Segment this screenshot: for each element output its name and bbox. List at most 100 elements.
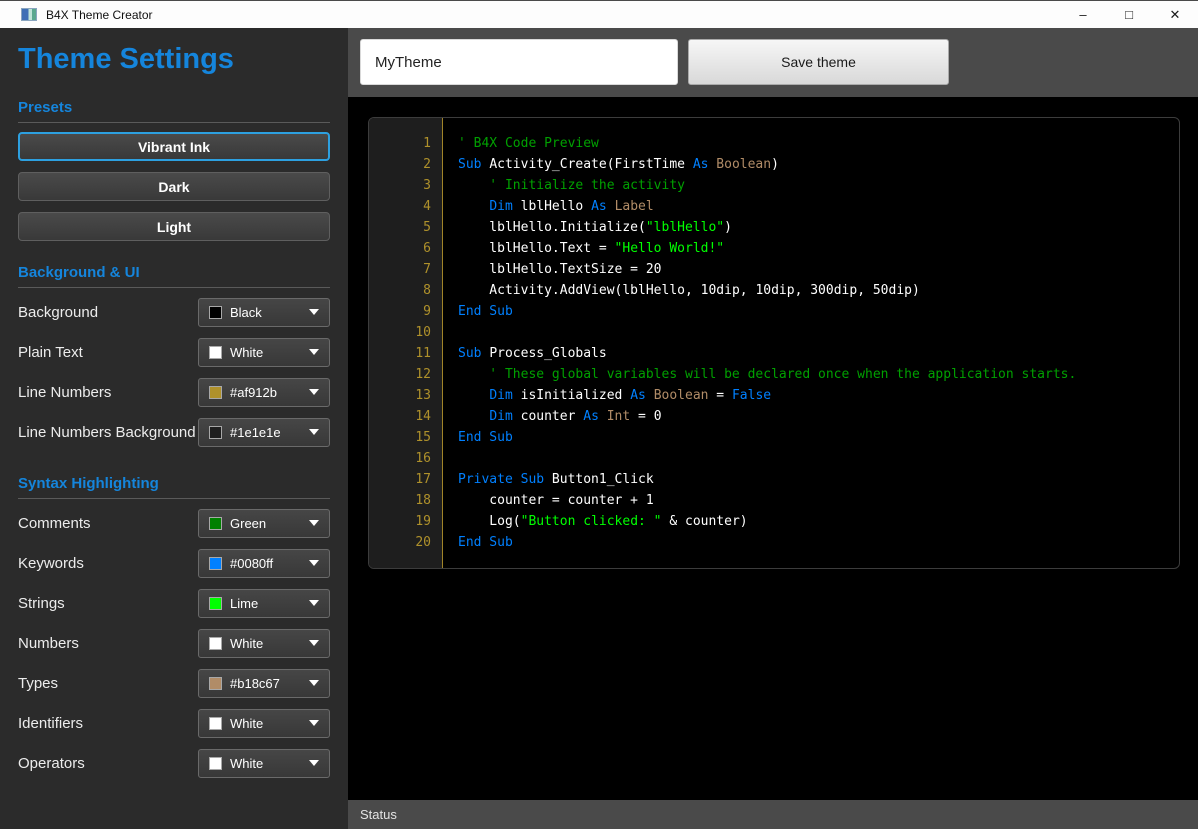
minimize-button[interactable]: –: [1060, 1, 1106, 28]
chevron-down-icon: [309, 640, 319, 646]
line-number: 5: [369, 217, 431, 238]
setting-label: Numbers: [18, 635, 79, 652]
plain-text-dropdown[interactable]: White: [198, 338, 330, 367]
color-swatch: [209, 386, 222, 399]
strings-dropdown[interactable]: Lime: [198, 589, 330, 618]
code-line: 2Sub Activity_Create(FirstTime As Boolea…: [369, 154, 1179, 175]
setting-row-operators: Operators White: [18, 743, 330, 783]
chevron-down-icon: [309, 680, 319, 686]
code-line: 14 Dim counter As Int = 0: [369, 406, 1179, 427]
code-text: End Sub: [431, 301, 513, 322]
line-number: 3: [369, 175, 431, 196]
window-controls: – □ ✕: [1060, 1, 1198, 28]
app-icon: [21, 8, 37, 21]
code-line: 12 ' These global variables will be decl…: [369, 364, 1179, 385]
theme-name-input[interactable]: [360, 39, 678, 85]
setting-row-identifiers: Identifiers White: [18, 703, 330, 743]
code-line: 15End Sub: [369, 427, 1179, 448]
code-text: Dim isInitialized As Boolean = False: [431, 385, 771, 406]
setting-row-line-numbers-background: Line Numbers Background #1e1e1e: [18, 412, 330, 452]
chevron-down-icon: [309, 349, 319, 355]
code-text: Dim lblHello As Label: [431, 196, 654, 217]
dropdown-value: #af912b: [230, 385, 277, 400]
types-dropdown[interactable]: #b18c67: [198, 669, 330, 698]
code-text: Sub Process_Globals: [431, 343, 607, 364]
code-line: 11Sub Process_Globals: [369, 343, 1179, 364]
setting-row-numbers: Numbers White: [18, 623, 330, 663]
color-swatch: [209, 426, 222, 439]
dropdown-value: #1e1e1e: [230, 425, 281, 440]
line-number: 1: [369, 133, 431, 154]
background-dropdown[interactable]: Black: [198, 298, 330, 327]
setting-label: Operators: [18, 755, 85, 772]
line-number: 14: [369, 406, 431, 427]
dropdown-value: White: [230, 716, 263, 731]
titlebar: B4X Theme Creator – □ ✕: [0, 0, 1198, 28]
line-number: 6: [369, 238, 431, 259]
line-numbers-dropdown[interactable]: #af912b: [198, 378, 330, 407]
line-number: 2: [369, 154, 431, 175]
chevron-down-icon: [309, 720, 319, 726]
keywords-dropdown[interactable]: #0080ff: [198, 549, 330, 578]
code-text: lblHello.TextSize = 20: [431, 259, 662, 280]
line-number: 13: [369, 385, 431, 406]
numbers-dropdown[interactable]: White: [198, 629, 330, 658]
chevron-down-icon: [309, 429, 319, 435]
preset-button-light[interactable]: Light: [18, 212, 330, 241]
window-title: B4X Theme Creator: [46, 8, 153, 22]
code-line: 7 lblHello.TextSize = 20: [369, 259, 1179, 280]
setting-label: Line Numbers: [18, 384, 111, 401]
line-numbers-background-dropdown[interactable]: #1e1e1e: [198, 418, 330, 447]
dropdown-value: Green: [230, 516, 266, 531]
setting-label: Keywords: [18, 555, 84, 572]
code-line: 3 ' Initialize the activity: [369, 175, 1179, 196]
line-number: 15: [369, 427, 431, 448]
identifiers-dropdown[interactable]: White: [198, 709, 330, 738]
chevron-down-icon: [309, 600, 319, 606]
line-number: 18: [369, 490, 431, 511]
dropdown-value: White: [230, 756, 263, 771]
color-swatch: [209, 757, 222, 770]
status-text: Status: [360, 807, 397, 822]
code-text: Activity.AddView(lblHello, 10dip, 10dip,…: [431, 280, 920, 301]
sidebar: Theme Settings Presets Vibrant InkDarkLi…: [0, 28, 348, 829]
chevron-down-icon: [309, 389, 319, 395]
setting-row-line-numbers: Line Numbers #af912b: [18, 372, 330, 412]
code-line: 1' B4X Code Preview: [369, 133, 1179, 154]
line-number: 9: [369, 301, 431, 322]
setting-label: Strings: [18, 595, 65, 612]
code-line: 18 counter = counter + 1: [369, 490, 1179, 511]
preset-button-vibrant-ink[interactable]: Vibrant Ink: [18, 132, 330, 161]
setting-label: Types: [18, 675, 58, 692]
operators-dropdown[interactable]: White: [198, 749, 330, 778]
close-button[interactable]: ✕: [1152, 1, 1198, 28]
code-text: [431, 322, 458, 343]
section-header-syntax-highlighting: Syntax Highlighting: [18, 475, 330, 499]
code-text: Dim counter As Int = 0: [431, 406, 662, 427]
dropdown-value: Black: [230, 305, 262, 320]
code-line: 9End Sub: [369, 301, 1179, 322]
code-line: 6 lblHello.Text = "Hello World!": [369, 238, 1179, 259]
code-line: 8 Activity.AddView(lblHello, 10dip, 10di…: [369, 280, 1179, 301]
chevron-down-icon: [309, 309, 319, 315]
line-number: 16: [369, 448, 431, 469]
preset-button-dark[interactable]: Dark: [18, 172, 330, 201]
setting-label: Identifiers: [18, 715, 83, 732]
setting-row-strings: Strings Lime: [18, 583, 330, 623]
preset-button-group: Vibrant Ink Dark Light: [18, 132, 330, 241]
dropdown-value: Lime: [230, 596, 258, 611]
maximize-button[interactable]: □: [1106, 1, 1152, 28]
code-preview-panel: 1' B4X Code Preview2Sub Activity_Create(…: [368, 117, 1180, 569]
code-text: lblHello.Initialize("lblHello"): [431, 217, 732, 238]
code-text: ' B4X Code Preview: [431, 133, 599, 154]
code-text: End Sub: [431, 532, 513, 553]
line-number: 4: [369, 196, 431, 217]
status-bar: Status: [348, 800, 1198, 829]
setting-label: Line Numbers Background: [18, 424, 196, 441]
line-number: 10: [369, 322, 431, 343]
background-ui-rows: BackgroundBlackPlain TextWhiteLine Numbe…: [18, 292, 330, 452]
code-text: End Sub: [431, 427, 513, 448]
dropdown-value: White: [230, 636, 263, 651]
comments-dropdown[interactable]: Green: [198, 509, 330, 538]
save-theme-button[interactable]: Save theme: [688, 39, 949, 85]
